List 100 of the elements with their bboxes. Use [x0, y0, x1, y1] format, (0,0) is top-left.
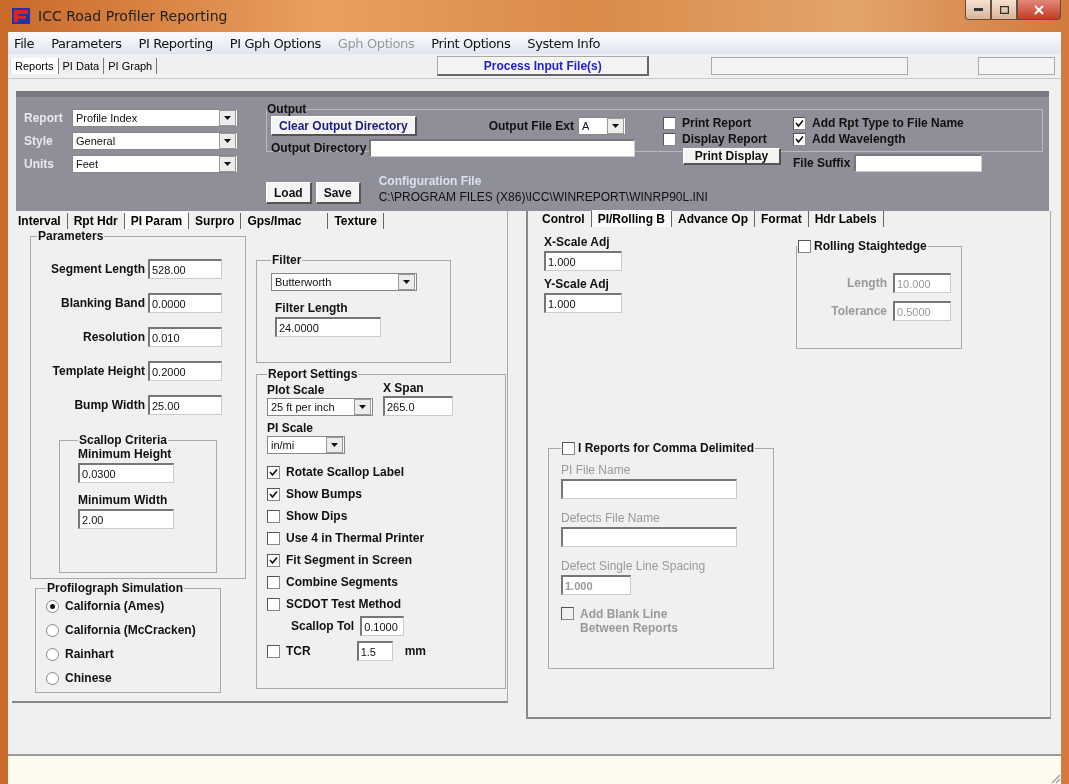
tab[interactable]: Surpro	[189, 213, 242, 229]
field-label: Minimum Width	[78, 493, 169, 507]
field-label: Filter Length	[275, 301, 349, 315]
checkbox[interactable]	[267, 531, 280, 545]
field-label: PI Scale	[267, 421, 315, 435]
field-label: Style	[24, 134, 54, 148]
checkbox-label: TCR	[286, 644, 311, 658]
checkbox[interactable]	[267, 553, 280, 567]
field-label: Configuration File	[378, 174, 483, 188]
menu-item: Gph Options	[336, 35, 416, 51]
dropdown[interactable]: Profile Index	[72, 109, 238, 127]
checkbox-label: SCDOT Test Method	[286, 597, 402, 611]
text-field[interactable]: 265.0	[383, 396, 453, 416]
close-button[interactable]	[1017, 0, 1061, 20]
field-label: X Span	[383, 381, 425, 395]
tab[interactable]: Texture	[328, 213, 384, 229]
checkbox[interactable]	[267, 575, 280, 589]
field-label: Length	[846, 276, 887, 290]
radio-button[interactable]	[46, 647, 59, 661]
text-field[interactable]: 1.5	[356, 641, 393, 661]
caret-icon	[607, 118, 625, 134]
caret-icon	[354, 399, 371, 415]
menu-item[interactable]: System Info	[523, 35, 614, 51]
menu-item[interactable]: File	[10, 35, 48, 51]
dropdown[interactable]: A	[578, 117, 627, 135]
tab[interactable]: PI/Rolling B	[591, 210, 672, 227]
dropdown[interactable]: in/mi	[267, 436, 345, 454]
load-button[interactable]: Load	[266, 182, 312, 204]
menu-item[interactable]: PI Gph Options	[225, 35, 334, 51]
close-icon	[1034, 4, 1044, 15]
field-label: Defect Single Line Spacing	[561, 559, 707, 573]
tab[interactable]: Advance Op	[672, 211, 756, 227]
field-label: Blanking Band	[60, 296, 145, 310]
tab[interactable]: Interval	[12, 213, 68, 229]
text-field[interactable]: 25.00	[148, 395, 222, 415]
dropdown[interactable]: Butterworth	[271, 273, 417, 291]
tab[interactable]: Format	[755, 211, 809, 227]
field-label: Plot Scale	[267, 383, 326, 397]
text-field[interactable]: 24.0000	[275, 317, 381, 337]
caret-icon	[326, 437, 343, 453]
group-title: Profilograph Simulation	[46, 581, 184, 595]
text-field[interactable]: 0.0300	[78, 463, 174, 483]
caret-icon	[398, 274, 415, 290]
checkbox[interactable]	[267, 597, 280, 611]
save-button[interactable]: Save	[315, 182, 361, 204]
field-label: Minimum Height	[78, 447, 173, 461]
checkbox[interactable]	[562, 441, 575, 455]
print-display-button[interactable]: Print Display	[683, 148, 781, 165]
checkbox-label: Combine Segments	[286, 575, 399, 589]
clear-output-button[interactable]: Clear Output Directory	[271, 116, 417, 136]
text-field[interactable]: 0.010	[148, 327, 222, 347]
minimize-button[interactable]	[965, 0, 991, 20]
tab[interactable]: PI Data	[58, 58, 105, 74]
text-field[interactable]: 0.2000	[148, 361, 222, 381]
text-field[interactable]	[561, 527, 737, 547]
checkbox[interactable]	[267, 509, 280, 523]
checkbox[interactable]	[267, 487, 280, 501]
field-label: File Suffix	[793, 156, 851, 170]
checkbox[interactable]	[663, 132, 676, 146]
dropdown[interactable]: Feet	[72, 155, 238, 173]
menu-item[interactable]: Print Options	[427, 35, 524, 51]
radio-button[interactable]	[46, 599, 59, 613]
checkbox[interactable]	[793, 132, 806, 146]
tab[interactable]: Control	[528, 211, 592, 227]
text-field[interactable]	[711, 57, 909, 75]
tab[interactable]: PI Param	[124, 212, 190, 229]
tab[interactable]: Gps/Imac	[241, 213, 329, 229]
field-label: Output Directory	[271, 141, 367, 155]
checkbox-label: Rotate Scallop Label	[286, 465, 405, 479]
menu-item[interactable]: PI Reporting	[134, 35, 226, 51]
text-field[interactable]	[561, 479, 737, 499]
process-button[interactable]: Process Input File(s)	[437, 56, 650, 76]
tab[interactable]: Reports	[10, 58, 59, 74]
maximize-button[interactable]	[991, 0, 1017, 20]
text-field[interactable]: 528.00	[148, 259, 222, 279]
radio-label: Chinese	[65, 671, 112, 685]
text-field[interactable]: 2.00	[78, 509, 174, 529]
checkbox[interactable]	[793, 116, 806, 130]
radio-button[interactable]	[46, 623, 59, 637]
field-label: Template Height	[51, 364, 145, 378]
text-field[interactable]	[854, 154, 983, 172]
text-field[interactable]: 0.1000	[360, 616, 405, 636]
checkbox[interactable]	[267, 465, 280, 479]
file-path: C:\PROGRAM FILES (X86)\ICC\WINREPORT\WINRP90L.INI	[378, 190, 708, 204]
tab[interactable]: PI Graph	[104, 58, 158, 74]
dropdown[interactable]: General	[72, 132, 238, 150]
menu-item[interactable]: Parameters	[47, 35, 135, 51]
checkbox[interactable]	[663, 116, 676, 130]
checkbox[interactable]	[798, 239, 811, 253]
checkbox[interactable]	[267, 644, 280, 658]
tab[interactable]: Rpt Hdr	[67, 213, 125, 229]
text-field[interactable]	[978, 57, 1056, 75]
radio-button[interactable]	[46, 671, 59, 685]
app-icon	[12, 8, 30, 24]
text-field[interactable]	[369, 139, 636, 157]
tab[interactable]: Hdr Labels	[808, 211, 884, 227]
dropdown[interactable]: 25 ft per inch	[267, 398, 373, 416]
text-field[interactable]: 0.0000	[148, 293, 222, 313]
text-field[interactable]: 1.000	[544, 251, 622, 271]
text-field[interactable]: 1.000	[544, 293, 622, 313]
